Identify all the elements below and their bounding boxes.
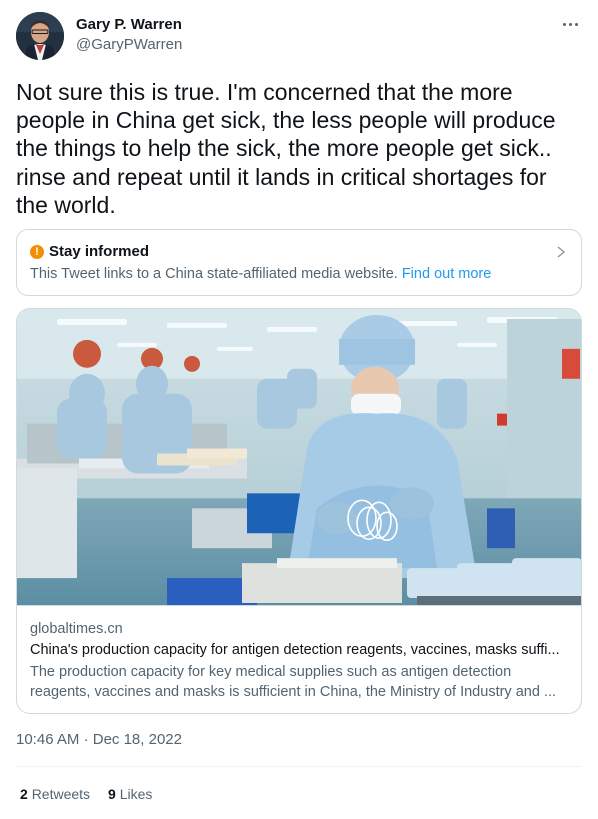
tweet-timestamp: 10:46 AM · Dec 18, 2022 [16,731,182,748]
card-description: The production capacity for key medical … [30,662,570,702]
notice-body-text: This Tweet links to a China state-affili… [30,266,398,282]
card-description-line-2: reagents, vaccines and masks is sufficie… [30,684,557,700]
tweet-text: Not sure this is true. I'm concerned tha… [16,79,562,218]
stay-informed-notice[interactable]: ! Stay informed This Tweet links to a Ch… [16,229,582,296]
card-image[interactable] [17,309,582,606]
author-block: Gary P. Warren @GaryPWarren [76,15,182,55]
card-description-line-1: The production capacity for key medical … [30,664,512,680]
tweet-date[interactable]: Dec 18, 2022 [93,731,182,748]
likes-label: Likes [119,786,153,802]
tweet-time[interactable]: 10:46 AM [16,731,79,748]
card-title: China's production capacity for antigen … [30,642,560,658]
find-out-more-link[interactable]: Find out more [402,266,491,282]
chevron-right-icon[interactable] [555,244,567,260]
notice-body: This Tweet links to a China state-affili… [30,266,491,282]
divider [16,766,582,767]
author-display-name[interactable]: Gary P. Warren [76,15,182,35]
card-meta: globaltimes.cn China's production capaci… [30,620,570,702]
link-card[interactable]: globaltimes.cn China's production capaci… [16,308,582,714]
more-icon[interactable] [558,14,582,34]
notice-title: Stay informed [49,243,150,260]
warning-icon: ! [30,244,44,259]
likes-stat[interactable]: 9 Likes [108,786,152,802]
avatar[interactable] [16,12,64,60]
card-domain: globaltimes.cn [30,621,123,637]
engagement-stats: 2 Retweets 9 Likes [20,786,170,802]
notice-title-row: ! Stay informed [30,243,149,260]
retweets-stat[interactable]: 2 Retweets [20,786,90,802]
author-handle[interactable]: @GaryPWarren [76,35,182,55]
retweets-label: Retweets [31,786,91,802]
tweet-header: Gary P. Warren @GaryPWarren [16,12,582,62]
timestamp-separator: · [83,731,89,748]
likes-count: 9 [108,786,116,802]
retweets-count: 2 [20,786,28,802]
